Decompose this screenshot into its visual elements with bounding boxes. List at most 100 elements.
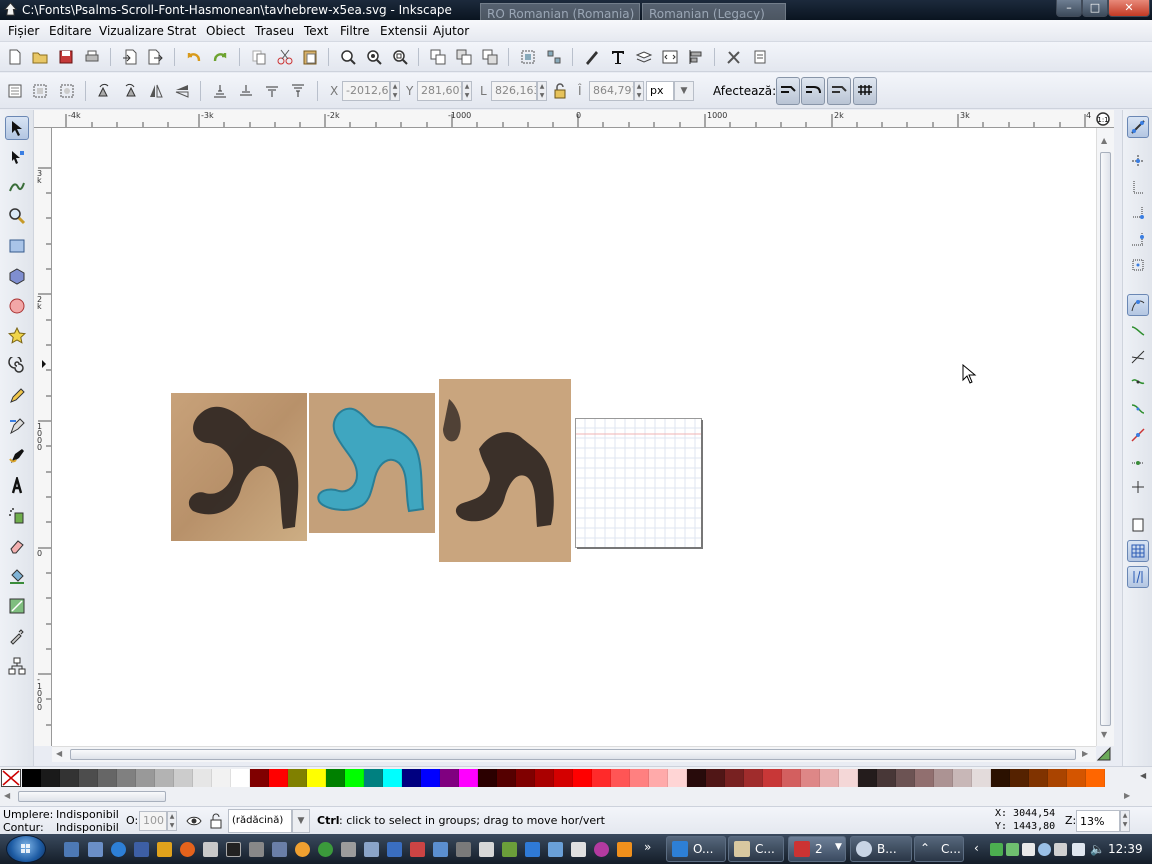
transform-patterns-toggle[interactable] bbox=[853, 77, 877, 105]
quicklaunch-app-icon[interactable] bbox=[571, 842, 586, 857]
select-all-layers-icon[interactable] bbox=[31, 82, 49, 100]
scale-corners-toggle[interactable] bbox=[801, 77, 825, 105]
snap-enable-icon[interactable] bbox=[1127, 116, 1149, 138]
menu-file[interactable]: Fișier bbox=[8, 24, 39, 38]
selector-tool-icon[interactable] bbox=[5, 116, 29, 140]
internet-explorer-icon[interactable] bbox=[111, 842, 126, 857]
drawing-canvas[interactable] bbox=[52, 128, 1096, 746]
color-swatch[interactable] bbox=[1010, 769, 1029, 787]
color-swatch[interactable] bbox=[934, 769, 953, 787]
parchment-image-2[interactable] bbox=[439, 379, 571, 562]
minimize-button[interactable]: – bbox=[1056, 0, 1082, 17]
snap-rotation-center-icon[interactable] bbox=[1127, 450, 1149, 472]
color-swatch[interactable] bbox=[554, 769, 573, 787]
tray-icon[interactable] bbox=[1054, 843, 1067, 856]
x-spin-arrows[interactable]: ▲ ▼ bbox=[390, 81, 400, 101]
no-paint-swatch[interactable] bbox=[1, 769, 21, 787]
color-swatch[interactable] bbox=[858, 769, 877, 787]
color-swatch[interactable] bbox=[706, 769, 725, 787]
scroll-down-arrow-icon[interactable]: ▼ bbox=[1101, 730, 1107, 739]
import-icon[interactable] bbox=[121, 48, 139, 66]
zoom-selection-icon[interactable] bbox=[339, 48, 357, 66]
export-icon[interactable] bbox=[146, 48, 164, 66]
flip-vertical-icon[interactable] bbox=[173, 82, 191, 100]
color-swatch[interactable] bbox=[174, 769, 193, 787]
calligraphy-tool-icon[interactable] bbox=[5, 444, 29, 468]
raise-top-icon[interactable] bbox=[289, 82, 307, 100]
document-properties-icon[interactable] bbox=[751, 48, 769, 66]
snap-guide-icon[interactable] bbox=[1127, 476, 1149, 498]
color-managed-toggle-icon[interactable] bbox=[1096, 746, 1114, 762]
color-swatch[interactable] bbox=[668, 769, 687, 787]
layer-lock-icon[interactable] bbox=[207, 812, 225, 830]
quicklaunch-app-icon[interactable] bbox=[341, 842, 356, 857]
color-swatch[interactable] bbox=[516, 769, 535, 787]
lock-ratio-icon[interactable] bbox=[551, 82, 569, 100]
pencil-tool-icon[interactable] bbox=[5, 384, 29, 408]
spray-tool-icon[interactable] bbox=[5, 504, 29, 528]
quicklaunch-app-icon[interactable] bbox=[410, 842, 425, 857]
snap-bbox-edge-icon[interactable] bbox=[1127, 176, 1149, 198]
quicklaunch-app-icon[interactable] bbox=[525, 842, 540, 857]
parchment-image-traced[interactable] bbox=[309, 393, 435, 533]
color-swatch[interactable] bbox=[915, 769, 934, 787]
snap-paths-icon[interactable] bbox=[1127, 320, 1149, 342]
palette-scrollbar[interactable]: ◀ ▶ bbox=[0, 788, 1152, 806]
network-icon[interactable] bbox=[1072, 843, 1085, 856]
menu-extensions[interactable]: Extensii bbox=[380, 24, 427, 38]
taskbar-button-5[interactable]: ⌃ C... bbox=[914, 836, 964, 862]
palette-scroll-left-icon[interactable]: ◀ bbox=[4, 791, 10, 800]
vertical-scroll-thumb[interactable] bbox=[1100, 152, 1111, 726]
quicklaunch-app-icon[interactable] bbox=[479, 842, 494, 857]
color-swatch[interactable] bbox=[801, 769, 820, 787]
color-swatch[interactable] bbox=[383, 769, 402, 787]
fill-stroke-icon[interactable] bbox=[583, 48, 601, 66]
quicklaunch-app-icon[interactable] bbox=[134, 842, 149, 857]
menu-path[interactable]: Traseu bbox=[255, 24, 294, 38]
opacity-spin-arrows[interactable]: ▲ ▼ bbox=[167, 811, 177, 831]
quicklaunch-app-icon[interactable] bbox=[249, 842, 264, 857]
zoom-page-icon[interactable] bbox=[391, 48, 409, 66]
quicklaunch-app-icon[interactable] bbox=[594, 842, 609, 857]
menu-layer[interactable]: Strat bbox=[167, 24, 196, 38]
snap-intersections-icon[interactable] bbox=[1127, 346, 1149, 368]
show-desktop-icon[interactable] bbox=[64, 842, 79, 857]
color-swatch[interactable] bbox=[459, 769, 478, 787]
eraser-tool-icon[interactable] bbox=[5, 534, 29, 558]
clone-icon[interactable] bbox=[455, 48, 473, 66]
color-swatch[interactable] bbox=[212, 769, 231, 787]
close-button[interactable]: ✕ bbox=[1108, 0, 1150, 17]
stroke-value[interactable]: Indisponibil bbox=[56, 821, 119, 834]
color-swatch[interactable] bbox=[1029, 769, 1048, 787]
snap-midpoints-icon[interactable] bbox=[1127, 398, 1149, 420]
color-swatch[interactable] bbox=[953, 769, 972, 787]
taskbar-button-inkscape-group[interactable]: 2 ▼ bbox=[788, 836, 846, 862]
snap-smooth-nodes-icon[interactable] bbox=[1127, 372, 1149, 394]
x-input[interactable]: -2012,6( bbox=[342, 81, 390, 101]
tray-icon[interactable] bbox=[990, 843, 1003, 856]
snap-nodes-icon[interactable] bbox=[1127, 294, 1149, 316]
color-swatch[interactable] bbox=[687, 769, 706, 787]
duplicate-icon[interactable] bbox=[429, 48, 447, 66]
color-swatch[interactable] bbox=[649, 769, 668, 787]
palette-menu-arrow-icon[interactable]: ◀ bbox=[1140, 771, 1146, 780]
vertical-ruler[interactable]: 3 k 2 k 1 0 0 0 0 - 1 0 0 0 bbox=[34, 128, 52, 746]
color-swatch[interactable] bbox=[345, 769, 364, 787]
transform-gradients-toggle[interactable] bbox=[827, 77, 851, 105]
xml-editor-icon[interactable] bbox=[661, 48, 679, 66]
ungroup-icon[interactable] bbox=[545, 48, 563, 66]
color-swatch[interactable] bbox=[497, 769, 516, 787]
tweak-tool-icon[interactable] bbox=[5, 174, 29, 198]
snap-bbox-icon[interactable] bbox=[1127, 150, 1149, 172]
color-swatch[interactable] bbox=[630, 769, 649, 787]
lower-bottom-icon[interactable] bbox=[211, 82, 229, 100]
vlc-icon[interactable] bbox=[617, 842, 632, 857]
tray-icon[interactable] bbox=[1006, 843, 1019, 856]
menu-edit[interactable]: Editare bbox=[49, 24, 92, 38]
color-swatch[interactable] bbox=[763, 769, 782, 787]
layers-icon[interactable] bbox=[635, 48, 653, 66]
php-icon[interactable] bbox=[272, 842, 287, 857]
quicklaunch-app-icon[interactable] bbox=[456, 842, 471, 857]
color-swatch[interactable] bbox=[269, 769, 288, 787]
zoom-drawing-icon[interactable] bbox=[365, 48, 383, 66]
